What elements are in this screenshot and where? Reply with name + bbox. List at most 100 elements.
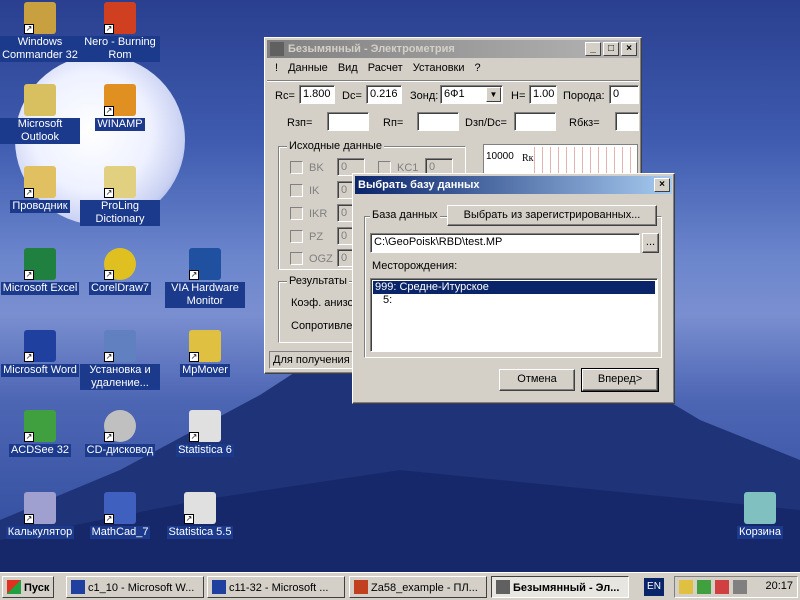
task-c1-10[interactable]: c1_10 - Microsoft W... <box>66 576 204 598</box>
icon-label: Statistica 5.5 <box>166 526 234 539</box>
desktop-icon-statistica55[interactable]: ↗ Statistica 5.5 <box>160 492 240 539</box>
anisotropy-label: Коэф. анизо <box>291 297 354 309</box>
source-data-title: Исходные данные <box>287 140 384 152</box>
menu-item-view[interactable]: Вид <box>336 62 366 78</box>
icon-label: VIA Hardware Monitor <box>165 282 245 308</box>
desktop-icon-excel[interactable]: ↗ Microsoft Excel <box>0 248 80 295</box>
chart-scale-label: 10000 <box>486 151 514 162</box>
browse-button[interactable]: ... <box>642 233 659 253</box>
next-button[interactable]: Вперед> <box>581 368 659 392</box>
desktop-icon-mathcad[interactable]: ↗ MathCad_7 <box>80 492 160 539</box>
minimize-button[interactable]: _ <box>585 42 601 56</box>
statistica-icon: ↗ <box>184 492 216 524</box>
bk-checkbox[interactable] <box>290 161 303 174</box>
windows-commander-icon: ↗ <box>24 2 56 34</box>
select-database-dialog[interactable]: Выбрать базу данных × База данных Выбрат… <box>352 173 675 404</box>
tray-network-icon[interactable] <box>697 580 711 594</box>
poroda-input[interactable]: 0 <box>609 85 639 104</box>
desktop-icon-cdrom[interactable]: ↗ CD-дисковод <box>80 410 160 457</box>
menu-item-calc[interactable]: Расчет <box>366 62 411 78</box>
chart-series-label: Rк <box>522 153 534 164</box>
cd-drive-icon: ↗ <box>104 410 136 442</box>
desktop-icon-via-monitor[interactable]: ↗ VIA Hardware Monitor <box>165 248 245 308</box>
ogz-checkbox[interactable] <box>290 252 303 265</box>
icon-label: ProLing Dictionary <box>80 200 160 226</box>
rp-input[interactable] <box>417 112 459 131</box>
desktop-icon-mpmover[interactable]: ↗ MpMover <box>165 330 245 377</box>
rc-input[interactable]: 1.800 <box>299 85 335 104</box>
results-title: Результаты <box>287 275 349 287</box>
dropdown-arrow-icon[interactable]: ▼ <box>486 87 501 102</box>
icon-label: MpMover <box>180 364 230 377</box>
desktop-icon-outlook[interactable]: Microsoft Outlook <box>0 84 80 144</box>
tray-app-icon[interactable] <box>679 580 693 594</box>
desktop-icon-winamp[interactable]: ↗ WINAMP <box>80 84 160 131</box>
outlook-icon <box>24 84 56 116</box>
proling-icon: ↗ <box>104 166 136 198</box>
desktop-icon-proling[interactable]: ↗ ProLing Dictionary <box>80 166 160 226</box>
main-titlebar[interactable]: Безымянный - Электрометрия _ □ × <box>267 40 639 58</box>
desktop-icon-nero[interactable]: ↗ Nero - Burning Rom <box>80 2 160 62</box>
ik-checkbox[interactable] <box>290 184 303 197</box>
via-icon: ↗ <box>189 248 221 280</box>
menu-item-help[interactable]: ? <box>473 62 489 78</box>
word-icon <box>71 580 85 594</box>
menu-item-bang[interactable]: ! <box>273 62 286 78</box>
taskbar: Пуск c1_10 - Microsoft W... c11-32 - Mic… <box>0 572 800 600</box>
ikr-checkbox[interactable] <box>290 207 303 220</box>
close-icon[interactable]: × <box>654 178 670 192</box>
desktop-icon-explorer[interactable]: ↗ Проводник <box>0 166 80 213</box>
choose-registered-button[interactable]: Выбрать из зарегистрированных... <box>447 205 657 226</box>
task-electrometry[interactable]: Безымянный - Эл... <box>491 576 629 598</box>
h-input[interactable]: 1.00 <box>529 85 557 104</box>
tray-warning-icon[interactable] <box>715 580 729 594</box>
desktop-icon-word[interactable]: ↗ Microsoft Word <box>0 330 80 377</box>
close-icon[interactable]: × <box>621 42 637 56</box>
list-item[interactable]: 999: Средне-Итурское <box>373 281 655 294</box>
pz-checkbox[interactable] <box>290 230 303 243</box>
nero-icon: ↗ <box>104 2 136 34</box>
desktop-icon-statistica6[interactable]: ↗ Statistica 6 <box>165 410 245 457</box>
dc-input[interactable]: 0.216 <box>366 85 402 104</box>
dzp-input[interactable] <box>514 112 556 131</box>
recycle-bin-icon <box>744 492 776 524</box>
deposits-list[interactable]: 999: Средне-Итурское 5: <box>370 278 658 352</box>
task-za58[interactable]: Za58_example - ПЛ... <box>349 576 487 598</box>
list-item[interactable]: 5: <box>373 294 655 307</box>
desktop-icon-coreldraw[interactable]: ↗ CorelDraw7 <box>80 248 160 295</box>
task-label: c11-32 - Microsoft ... <box>229 582 329 594</box>
menu-item-settings[interactable]: Установки <box>411 62 473 78</box>
icon-label: Nero - Burning Rom <box>80 36 160 62</box>
desktop-icon-add-remove[interactable]: ↗ Установка и удаление... <box>80 330 160 390</box>
bk-label: BK <box>309 162 324 174</box>
language-indicator[interactable]: EN <box>644 578 664 596</box>
icon-label: Проводник <box>10 200 70 213</box>
icon-label: Корзина <box>737 526 783 539</box>
maximize-button[interactable]: □ <box>603 42 619 56</box>
deposits-label: Месторождения: <box>372 260 458 272</box>
icon-label: Microsoft Excel <box>0 282 80 295</box>
rzp-input[interactable] <box>327 112 369 131</box>
tray-volume-icon[interactable] <box>733 580 747 594</box>
ik-label: IK <box>309 185 320 197</box>
dialog-titlebar[interactable]: Выбрать базу данных × <box>355 176 672 194</box>
menu-item-data[interactable]: Данные <box>286 62 336 78</box>
app-icon <box>270 42 284 56</box>
desktop-icon-windows-commander[interactable]: ↗ Windows Commander 32 <box>0 2 80 62</box>
database-path-input[interactable]: C:\GeoPoisk\RBD\test.MP <box>370 233 640 253</box>
clock[interactable]: 20:17 <box>765 580 793 592</box>
dzp-label: Dзп/Dc= <box>465 117 507 129</box>
system-tray: 20:17 <box>674 576 798 598</box>
task-c11-32[interactable]: c11-32 - Microsoft ... <box>207 576 345 598</box>
desktop-icon-calculator[interactable]: ↗ Калькулятор <box>0 492 80 539</box>
desktop-icon-acdsee[interactable]: ↗ ACDSee 32 <box>0 410 80 457</box>
toolbar-divider <box>267 80 639 82</box>
explorer-icon: ↗ <box>24 166 56 198</box>
desktop-icon-recycle-bin[interactable]: Корзина <box>720 492 800 539</box>
start-button[interactable]: Пуск <box>2 576 54 598</box>
task-label: Безымянный - Эл... <box>513 582 620 594</box>
rbkz-input[interactable] <box>615 112 639 131</box>
zond-label: Зонд: <box>410 90 439 102</box>
zond-select[interactable]: 6Ф1 ▼ <box>440 85 503 104</box>
cancel-button[interactable]: Отмена <box>499 369 575 391</box>
